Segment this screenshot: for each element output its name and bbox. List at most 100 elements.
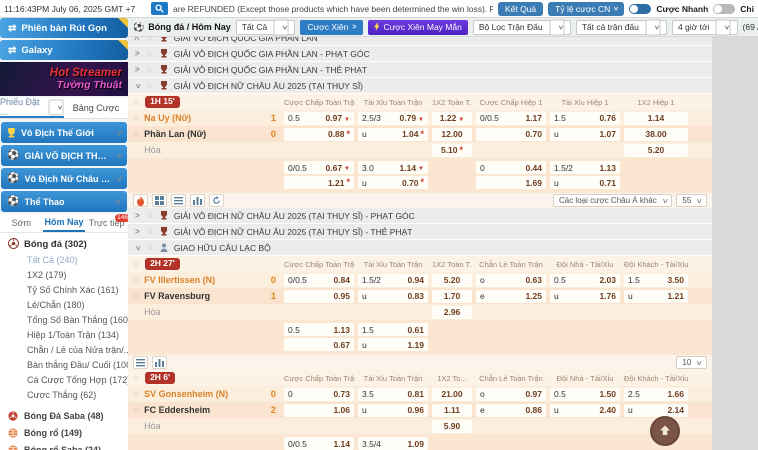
footer-dropdown[interactable]: 10: [676, 356, 707, 369]
odds-cell[interactable]: 0/0.50.84: [284, 274, 354, 287]
odds-cell[interactable]: u0.70: [358, 176, 428, 189]
favorite-star-icon[interactable]: [132, 113, 140, 124]
odds-cell[interactable]: 2.51.66: [624, 388, 688, 401]
favorite-star-icon[interactable]: [146, 48, 154, 59]
sidebar-accordion[interactable]: ⚽GIẢI VÔ ĐỊCH THẾ GIỚI C...: [1, 145, 127, 166]
odds-cell[interactable]: 1.22: [432, 112, 472, 125]
parlay-button[interactable]: Cược Xiên: [300, 20, 363, 35]
odds-cell[interactable]: u1.21: [624, 290, 688, 303]
hours-select[interactable]: 4 giờ tới: [672, 20, 738, 35]
odds-cell[interactable]: u0.96: [358, 404, 428, 417]
bet-type-item[interactable]: Tỷ Số Chính Xác (161): [0, 283, 128, 298]
tab-bet-board[interactable]: Bảng Cược: [64, 98, 128, 118]
odds-cell[interactable]: u1.04: [358, 128, 428, 141]
odds-cell[interactable]: 1.14: [624, 112, 688, 125]
odds-cell[interactable]: u0.71: [550, 176, 620, 189]
bet-type-item[interactable]: Lẻ/Chẵn (180): [0, 298, 128, 313]
bet-type-item[interactable]: Tất Cả (240): [0, 253, 128, 268]
odds-cell[interactable]: 3.5/41.09: [358, 437, 428, 450]
only-toggle[interactable]: [713, 4, 735, 14]
odds-cell[interactable]: 38.00: [624, 128, 688, 141]
odds-cell[interactable]: 1.5/21.13: [550, 161, 620, 174]
odds-cell[interactable]: e1.25: [476, 290, 546, 303]
bet-type-item[interactable]: Tổng Số Bàn Thắng (160): [0, 313, 128, 328]
footer-dropdown[interactable]: Các loại cược Châu Á khác: [553, 194, 672, 207]
subtab-trực-tiếp[interactable]: Trực tiếp146: [85, 214, 128, 232]
odds-cell[interactable]: u1.07: [550, 128, 620, 141]
odds-cell[interactable]: 1.53.50: [624, 274, 688, 287]
odds-cell[interactable]: 0.51.50: [550, 388, 620, 401]
quick-bet-toggle[interactable]: [629, 4, 651, 14]
favorite-star-icon[interactable]: [132, 291, 140, 302]
favorite-star-icon[interactable]: [132, 259, 140, 270]
odds-cell[interactable]: u2.14: [624, 404, 688, 417]
favorite-star-icon[interactable]: [132, 129, 140, 140]
odds-cell[interactable]: 5.20: [624, 144, 688, 157]
odds-cell[interactable]: 0.67: [284, 338, 354, 351]
sidebar-item-sport[interactable]: Bóng Đá Saba (48): [0, 407, 128, 424]
league-row[interactable]: GIẢI VÔ ĐỊCH NỮ CHÂU ÂU 2025 (TẠI THỤY S…: [128, 208, 712, 223]
odds-cell[interactable]: 2.5/30.79: [358, 112, 428, 125]
bet-type-item[interactable]: Cá Cược Tổng Hợp (172): [0, 373, 128, 388]
sidebar-accordion[interactable]: ⚽Vô Địch Nữ Châu Âu: [1, 168, 127, 189]
odds-cell[interactable]: 1.11: [432, 404, 472, 417]
odds-cell[interactable]: 0/0.51.14: [284, 437, 354, 450]
odds-cell[interactable]: 00.44: [476, 161, 546, 174]
favorite-star-icon[interactable]: [132, 275, 140, 286]
list-button[interactable]: [133, 356, 148, 369]
subtab-hôm-nay[interactable]: Hôm Nay: [43, 214, 86, 232]
odds-cell[interactable]: 1.69: [476, 176, 546, 189]
subtab-sớm[interactable]: Sớm: [0, 214, 43, 232]
odds-cell[interactable]: 0.51.13: [284, 323, 354, 336]
odds-cell[interactable]: 12.00: [432, 128, 472, 141]
odds-cell[interactable]: 0.88: [284, 128, 354, 141]
odds-cell[interactable]: o0.63: [476, 274, 546, 287]
chart-button[interactable]: [152, 356, 167, 369]
odds-cell[interactable]: 0.70: [476, 128, 546, 141]
results-button[interactable]: Kết Quả: [498, 2, 543, 16]
odds-cell[interactable]: 5.20: [432, 274, 472, 287]
odds-cell[interactable]: 0/0.51.17: [476, 112, 546, 125]
sidebar-item-sport[interactable]: Bóng rổ Saba (24): [0, 441, 128, 450]
odds-cell[interactable]: u1.76: [550, 290, 620, 303]
league-row[interactable]: GIẢI VÔ ĐỊCH NỮ CHÂU ÂU 2025 (TẠI THỤY S…: [128, 78, 712, 93]
odds-cell[interactable]: 1.70: [432, 290, 472, 303]
league-row[interactable]: GIẢI VÔ ĐỊCH QUỐC GIA PHẦN LAN - PHẠT GÓ…: [128, 46, 712, 61]
odds-cell[interactable]: 5.90: [432, 420, 472, 433]
favorite-star-icon[interactable]: [132, 405, 140, 416]
favorite-star-icon[interactable]: [146, 64, 154, 75]
bet-type-item[interactable]: Hiệp 1/Toàn Trận (134): [0, 328, 128, 343]
bet-type-item[interactable]: 1X2 (179): [0, 268, 128, 283]
favorite-star-icon[interactable]: [146, 242, 154, 253]
favorite-star-icon[interactable]: [132, 97, 140, 108]
odds-cell[interactable]: 3.50.81: [358, 388, 428, 401]
odds-cell[interactable]: 1.21: [284, 176, 354, 189]
sidebar-item-sport[interactable]: Bóng rổ (149): [0, 424, 128, 441]
compact-version-button[interactable]: ⇄ Phiên bản Rút Gọn: [0, 18, 128, 38]
favorite-star-icon[interactable]: [146, 210, 154, 221]
odds-cell[interactable]: 2.96: [432, 306, 472, 319]
sidebar-item-football[interactable]: Bóng đá (302): [0, 236, 128, 253]
tab-bet-slip[interactable]: Phiếu Đặt ...: [0, 98, 64, 118]
odds-cell[interactable]: 0.95: [284, 290, 354, 303]
galaxy-button[interactable]: ⇄ Galaxy: [0, 40, 128, 60]
odds-cell[interactable]: 0/0.50.67: [284, 161, 354, 174]
all-matches-select[interactable]: Tất cả trận đấu: [576, 20, 667, 35]
favorite-star-icon[interactable]: [146, 80, 154, 91]
favorite-star-icon[interactable]: [132, 373, 140, 384]
odds-cell[interactable]: 0.52.03: [550, 274, 620, 287]
favorite-star-icon[interactable]: [132, 389, 140, 400]
odds-cell[interactable]: 21.00: [432, 388, 472, 401]
odds-cell[interactable]: 1.5/20.94: [358, 274, 428, 287]
odds-cell[interactable]: o0.97: [476, 388, 546, 401]
odds-cell[interactable]: 1.50.61: [358, 323, 428, 336]
chart-button[interactable]: [190, 194, 205, 207]
sidebar-accordion[interactable]: Vô Địch Thế Giới: [1, 122, 127, 143]
bet-type-item[interactable]: Chẵn / Lẻ của Nửa trận/... (124): [0, 343, 128, 358]
league-row[interactable]: GIẢI VÔ ĐỊCH NỮ CHÂU ÂU 2025 (TẠI THỤY S…: [128, 224, 712, 239]
odds-type-button[interactable]: Tỷ lệ cược CN: [548, 2, 624, 16]
scroll-to-top-button[interactable]: [650, 416, 680, 446]
hot-button[interactable]: [133, 194, 148, 207]
odds-cell[interactable]: u2.40: [550, 404, 620, 417]
promo-banner[interactable]: Hot Streamer Tường Thuật: [0, 62, 128, 96]
